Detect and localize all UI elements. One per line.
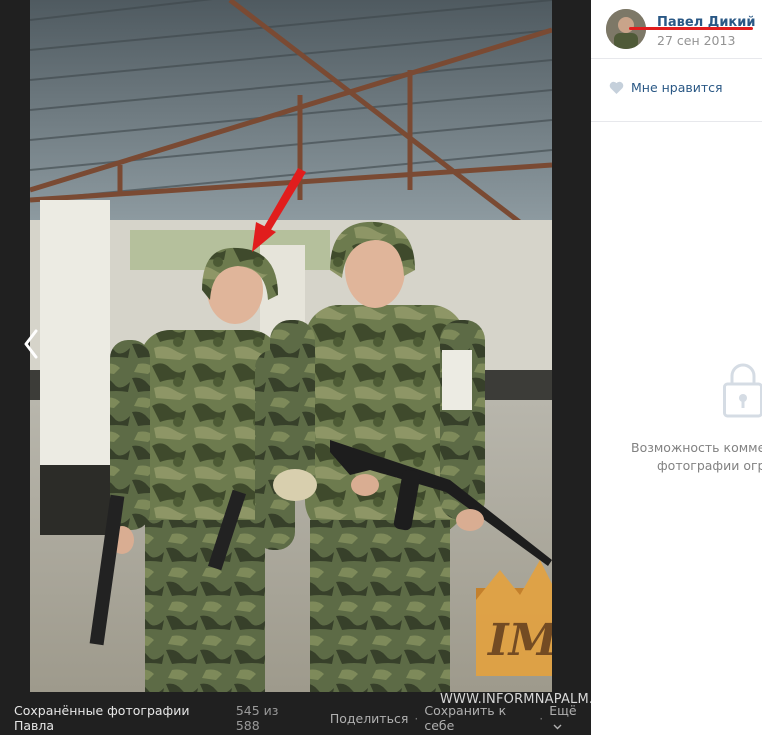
more-button[interactable]: Ещё [549, 703, 591, 733]
album-title-link[interactable]: Сохранённые фотографии Павла [14, 703, 226, 733]
photo-sidebar: Павел Дикий 27 сен 2013 Мне нравится Воз… [591, 0, 762, 735]
like-button[interactable]: Мне нравится [609, 80, 723, 95]
share-button[interactable]: Поделиться [330, 711, 409, 726]
separator-dot: · [414, 710, 419, 726]
photo-counter: 545 из 588 [235, 703, 279, 733]
photo-actions: Поделиться · Сохранить к себе · Ещё [330, 703, 591, 733]
divider [591, 121, 762, 122]
photo-viewer: IM WWW.INFORMNAPALM.ORG Сохранённые фото… [0, 0, 623, 735]
lock-icon [723, 360, 762, 422]
annotation-underline [629, 27, 753, 30]
prev-photo-button[interactable] [16, 322, 46, 366]
separator-dot: · [539, 710, 544, 726]
more-label: Ещё [549, 703, 577, 718]
save-to-profile-button[interactable]: Сохранить к себе [424, 703, 533, 733]
restricted-line-2: фотографии огр [657, 458, 762, 473]
heart-icon [609, 81, 624, 94]
photo[interactable]: IM [30, 0, 552, 692]
post-date: 27 сен 2013 [657, 33, 736, 48]
comments-restricted-notice: Возможность коммен фотографии огр [631, 439, 762, 475]
author-info: Павел Дикий 27 сен 2013 [657, 11, 755, 49]
restricted-line-1: Возможность коммен [631, 440, 762, 455]
like-label: Мне нравится [631, 80, 723, 95]
chevron-down-icon [553, 724, 562, 730]
chevron-left-icon [24, 329, 38, 359]
divider [591, 58, 762, 59]
viewer-footer: Сохранённые фотографии Павла 545 из 588 … [0, 703, 591, 733]
svg-text:IM: IM [486, 615, 552, 666]
photo-image: IM [30, 0, 552, 692]
